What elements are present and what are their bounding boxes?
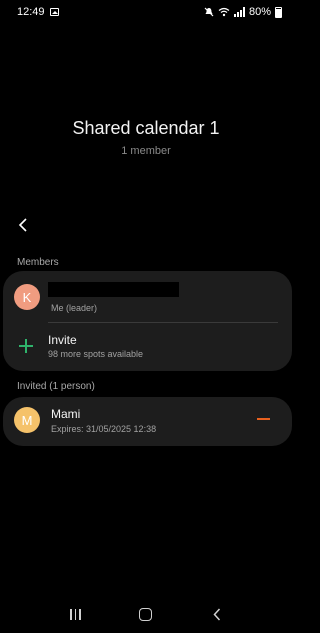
page-title: Shared calendar 1 — [72, 118, 220, 138]
header: Shared calendar 1 1 member — [0, 118, 292, 157]
invite-label: Invite — [48, 333, 77, 347]
recents-button[interactable] — [55, 599, 95, 629]
plus-icon — [19, 339, 33, 353]
battery-percent: 80% — [248, 6, 271, 18]
chevron-left-icon — [18, 218, 27, 232]
member-count: 1 member — [121, 145, 171, 157]
recents-icon — [70, 608, 81, 620]
invited-name: Mami — [51, 407, 81, 421]
chevron-left-icon — [213, 607, 220, 621]
member-row-me[interactable]: K Me (leader) — [3, 271, 292, 322]
invited-section-label: Invited (1 person) — [17, 381, 95, 392]
members-section-label: Members — [17, 257, 59, 268]
invite-spots-text: 98 more spots available — [48, 349, 144, 359]
members-card: K Me (leader) Invite 98 more spots avail… — [3, 271, 292, 371]
navigation-bar — [0, 595, 292, 633]
member-role: Me (leader) — [51, 303, 98, 313]
redacted-name — [48, 282, 179, 297]
wifi-icon — [218, 7, 230, 17]
avatar: K — [14, 284, 40, 310]
back-button[interactable] — [12, 214, 34, 236]
signal-icon — [233, 7, 245, 17]
invite-expiry: Expires: 31/05/2025 12:38 — [51, 424, 157, 434]
mute-icon — [204, 7, 214, 17]
status-left: 12:49 — [17, 6, 59, 18]
avatar-letter: M — [21, 412, 33, 428]
invited-row[interactable]: M Mami Expires: 31/05/2025 12:38 — [3, 397, 292, 446]
status-bar: 12:49 80% — [0, 0, 292, 24]
invited-card: M Mami Expires: 31/05/2025 12:38 — [3, 397, 292, 446]
image-notification-icon — [49, 8, 59, 16]
invite-row[interactable]: Invite 98 more spots available — [3, 323, 292, 371]
avatar-letter: K — [22, 289, 32, 305]
avatar: M — [14, 407, 40, 433]
home-icon — [139, 607, 153, 621]
status-right: 80% — [204, 6, 282, 18]
battery-icon — [275, 6, 282, 18]
nav-back-button[interactable] — [197, 599, 237, 629]
home-button[interactable] — [126, 599, 166, 629]
status-time: 12:49 — [17, 6, 45, 18]
remove-invite-button[interactable] — [257, 412, 271, 426]
